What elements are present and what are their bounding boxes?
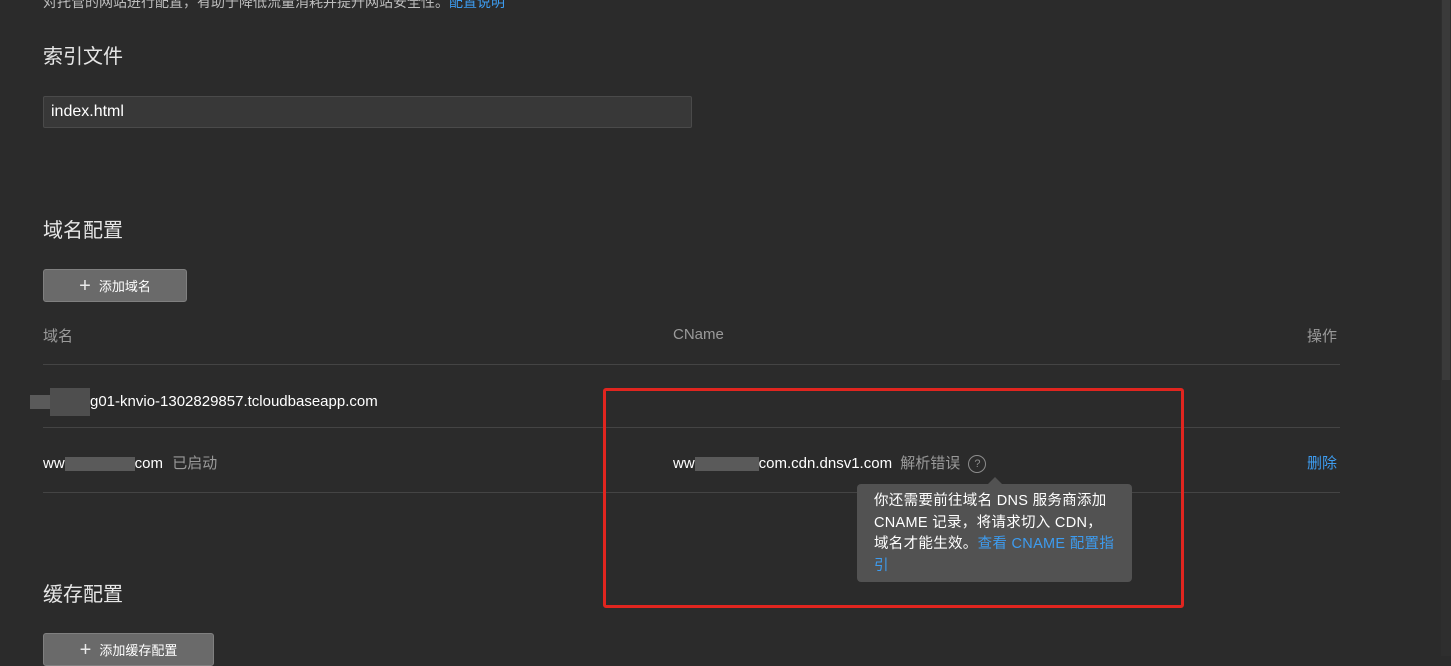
cname-prefix: ww <box>673 455 695 472</box>
redacted-block <box>694 457 759 472</box>
table-divider <box>43 492 1340 493</box>
plus-icon: + <box>79 638 92 661</box>
table-row: ww com 已启动 <box>43 452 217 473</box>
delete-domain-link[interactable]: 删除 <box>1307 452 1337 473</box>
domain-suffix: com <box>134 455 164 472</box>
add-cache-config-button[interactable]: + 添加缓存配置 <box>43 633 214 666</box>
domain-status: 已启动 <box>172 455 218 472</box>
add-cache-config-label: 添加缓存配置 <box>99 643 178 658</box>
add-domain-button[interactable]: + 添加域名 <box>43 269 187 302</box>
tooltip-arrow <box>988 477 1002 484</box>
redacted-block <box>30 395 50 409</box>
redacted-block <box>50 388 90 416</box>
domain-prefix: ww <box>43 455 65 472</box>
help-question-icon[interactable]: ? <box>968 455 987 474</box>
index-file-input[interactable] <box>43 96 692 128</box>
domain-config-title: 域名配置 <box>43 220 123 242</box>
table-divider <box>43 427 1340 428</box>
table-row: g01-knvio-1302829857.tcloudbaseapp.com <box>30 388 378 416</box>
plus-icon: + <box>79 274 91 297</box>
domain-value: g01-knvio-1302829857.tcloudbaseapp.com <box>90 392 378 410</box>
cname-status: 解析错误 <box>900 455 961 472</box>
intro-description: 对托管的网站进行配置，有助于降低流量消耗并提升网站安全性。 <box>43 0 449 10</box>
cache-config-title: 缓存配置 <box>43 584 123 606</box>
config-guide-link[interactable]: 配置说明 <box>449 0 505 10</box>
column-header-actions: 操作 <box>1307 328 1338 345</box>
cname-value: com.cdn.dnsv1.com <box>758 455 893 472</box>
redacted-block <box>64 457 135 472</box>
table-divider <box>43 364 1340 365</box>
cname-tooltip: 你还需要前往域名 DNS 服务商添加 CNAME 记录，将请求切入 CDN，域名… <box>857 477 1132 582</box>
column-header-domain: 域名 <box>43 328 74 345</box>
column-header-cname: CName <box>673 326 724 343</box>
intro-text: 对托管的网站进行配置，有助于降低流量消耗并提升网站安全性。配置说明 <box>43 0 505 12</box>
add-domain-label: 添加域名 <box>98 279 151 294</box>
cname-cell: ww com.cdn.dnsv1.com 解析错误 ? <box>673 452 987 474</box>
index-file-title: 索引文件 <box>43 46 123 68</box>
scrollbar-thumb[interactable] <box>1442 0 1450 380</box>
